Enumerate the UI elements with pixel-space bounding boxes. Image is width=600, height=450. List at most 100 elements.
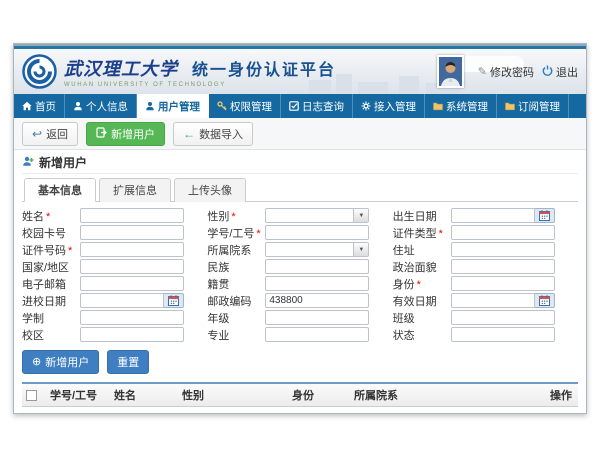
native-place-input[interactable] xyxy=(265,276,369,291)
gear-icon xyxy=(361,101,371,111)
column-gender: 性别 xyxy=(178,383,288,407)
ethnicity-input[interactable] xyxy=(265,259,369,274)
logout-label: 退出 xyxy=(556,64,578,80)
political-status-input[interactable] xyxy=(451,259,555,274)
home-icon xyxy=(22,101,32,111)
page: 武汉理工大学统一身份认证平台 WUHAN UNIVERSITY OF TECHN… xyxy=(0,0,600,450)
campus-card-input[interactable] xyxy=(80,225,184,240)
field-address: 住址 xyxy=(393,242,578,257)
chevron-down-icon[interactable]: ▼ xyxy=(353,243,368,256)
id-type-input[interactable] xyxy=(451,225,555,240)
tab-extended-info[interactable]: 扩展信息 xyxy=(99,178,171,202)
field-postal-code: 邮政编码 xyxy=(207,293,392,308)
form-tabs: 基本信息 扩展信息 上传头像 xyxy=(22,178,578,202)
enroll-date-input[interactable] xyxy=(80,293,164,308)
identity-input[interactable] xyxy=(451,276,555,291)
user-area: ✎ 修改密码 退出 xyxy=(437,49,578,94)
folder-icon xyxy=(505,101,515,111)
required-marker: * xyxy=(46,211,50,223)
field-class: 班级 xyxy=(393,310,578,325)
calendar-icon[interactable] xyxy=(535,208,555,223)
email-input[interactable] xyxy=(80,276,184,291)
field-valid-date: 有效日期 xyxy=(393,293,578,308)
calendar-icon[interactable] xyxy=(535,293,555,308)
nav-tab-personal-info[interactable]: 个人信息 xyxy=(65,94,137,118)
university-name: 武汉理工大学 xyxy=(64,59,178,80)
nav-tab-subscription-management[interactable]: 订阅管理 xyxy=(497,94,569,118)
field-schooling-length: 学制 xyxy=(22,310,207,325)
section-title: 新增用户 xyxy=(39,154,87,171)
change-password-link[interactable]: ✎ 修改密码 xyxy=(478,64,534,80)
name-input[interactable] xyxy=(80,208,184,223)
department-select[interactable]: ▼ xyxy=(265,242,369,257)
field-id-number: 证件号码* xyxy=(22,242,207,257)
building-silhouette xyxy=(336,74,352,94)
valid-date-input[interactable] xyxy=(451,293,535,308)
column-name: 姓名 xyxy=(110,383,178,407)
app-header: 武汉理工大学统一身份认证平台 WUHAN UNIVERSITY OF TECHN… xyxy=(14,49,586,94)
grade-input[interactable] xyxy=(265,310,369,325)
field-name: 姓名* xyxy=(22,208,207,223)
id-number-input[interactable] xyxy=(80,242,184,257)
app-title: 武汉理工大学统一身份认证平台 WUHAN UNIVERSITY OF TECHN… xyxy=(64,55,336,88)
field-country-region: 国家/地区 xyxy=(22,259,207,274)
field-gender: 性别* ▼ xyxy=(207,208,392,223)
schooling-length-input[interactable] xyxy=(80,310,184,325)
required-marker: * xyxy=(256,228,260,240)
avatar[interactable] xyxy=(437,55,464,88)
add-user-icon xyxy=(96,127,107,141)
campus-input[interactable] xyxy=(80,327,184,342)
data-import-button[interactable]: ← 数据导入 xyxy=(173,122,253,146)
nav-tab-home[interactable]: 首页 xyxy=(14,94,65,118)
calendar-icon[interactable] xyxy=(164,293,184,308)
section-header: 新增用户 xyxy=(22,152,578,174)
nav-tab-permission-management[interactable]: 权限管理 xyxy=(209,94,281,118)
field-political-status: 政治面貌 xyxy=(393,259,578,274)
university-name-en: WUHAN UNIVERSITY OF TECHNOLOGY xyxy=(64,82,336,88)
address-input[interactable] xyxy=(451,242,555,257)
status-input[interactable] xyxy=(451,327,555,342)
change-password-label: 修改密码 xyxy=(490,64,534,80)
back-button[interactable]: ↩ 返回 xyxy=(22,122,78,146)
add-user-toolbar-button[interactable]: 新增用户 xyxy=(86,122,165,146)
class-input[interactable] xyxy=(451,310,555,325)
add-user-section-icon xyxy=(22,155,34,170)
birth-date-input[interactable] xyxy=(451,208,535,223)
major-input[interactable] xyxy=(265,327,369,342)
reset-button[interactable]: 重置 xyxy=(107,350,149,374)
field-campus-card: 校园卡号 xyxy=(22,225,207,240)
field-grade: 年级 xyxy=(207,310,392,325)
gender-select[interactable]: ▼ xyxy=(265,208,369,223)
country-region-input[interactable] xyxy=(80,259,184,274)
key-icon xyxy=(217,101,227,111)
import-arrow-icon: ← xyxy=(183,129,195,139)
user-result-table: 学号/工号 姓名 性别 身份 所属院系 操作 xyxy=(22,382,578,414)
field-birth-date: 出生日期 xyxy=(393,208,578,223)
required-marker: * xyxy=(68,245,72,257)
nav-tab-system-management[interactable]: 系统管理 xyxy=(425,94,497,118)
content-area: 新增用户 基本信息 扩展信息 上传头像 姓名* 性别* ▼ 出生日期 校园卡号 xyxy=(14,150,586,414)
platform-title: 统一身份认证平台 xyxy=(192,60,336,79)
field-student-id: 学号/工号* xyxy=(207,225,392,240)
select-all-checkbox[interactable] xyxy=(26,390,37,401)
university-logo xyxy=(22,54,57,89)
required-marker: * xyxy=(439,228,443,240)
logout-link[interactable]: 退出 xyxy=(542,64,578,80)
required-marker: * xyxy=(417,279,421,291)
chevron-down-icon[interactable]: ▼ xyxy=(353,209,368,222)
page-toolbar: ↩ 返回 新增用户 ← 数据导入 xyxy=(14,118,586,150)
log-check-icon xyxy=(289,101,299,111)
field-department: 所属院系 ▼ xyxy=(207,242,392,257)
plus-circle-icon: ⊕ xyxy=(32,357,41,367)
student-id-input[interactable] xyxy=(265,225,369,240)
tab-basic-info[interactable]: 基本信息 xyxy=(24,178,96,202)
nav-tab-access-management[interactable]: 接入管理 xyxy=(353,94,425,118)
tab-upload-avatar[interactable]: 上传头像 xyxy=(174,178,246,202)
nav-tab-user-management[interactable]: 用户管理 xyxy=(137,94,209,118)
column-department: 所属院系 xyxy=(350,383,546,407)
nav-tab-log-query[interactable]: 日志查询 xyxy=(281,94,353,118)
submit-add-user-button[interactable]: ⊕ 新增用户 xyxy=(22,350,99,374)
postal-code-input[interactable] xyxy=(265,293,369,308)
folder-icon xyxy=(433,101,443,111)
field-id-type: 证件类型* xyxy=(393,225,578,240)
